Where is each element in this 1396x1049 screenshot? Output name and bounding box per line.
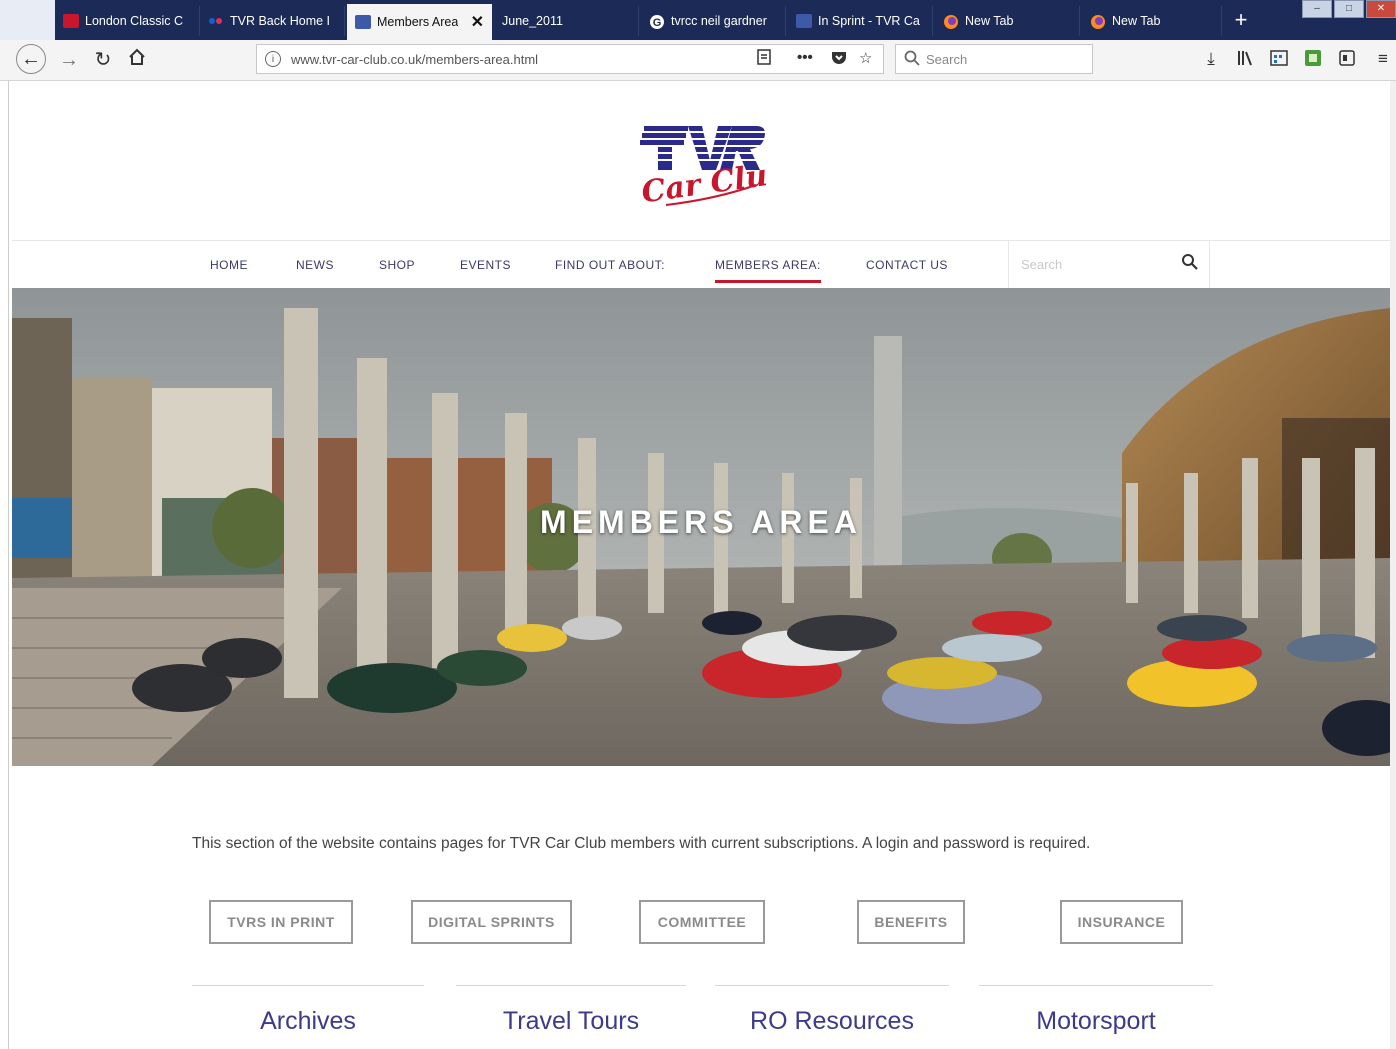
site-search-field[interactable]: Search bbox=[1008, 241, 1210, 288]
section-divider bbox=[979, 985, 1213, 986]
tab-members-area[interactable]: Members Area ✕ bbox=[347, 4, 492, 40]
maximize-window-icon[interactable]: □ bbox=[1334, 0, 1364, 18]
menu-item-find-out-about[interactable]: FIND OUT ABOUT: bbox=[555, 258, 665, 272]
minimize-window-icon[interactable]: – bbox=[1302, 0, 1332, 18]
calendar-extension-icon[interactable] bbox=[1268, 49, 1290, 72]
window-left-border bbox=[8, 81, 9, 1049]
section-ro-resources[interactable]: RO Resources bbox=[715, 1007, 949, 1036]
home-icon[interactable] bbox=[124, 47, 150, 73]
close-window-icon[interactable]: ✕ bbox=[1366, 0, 1396, 18]
hero-banner: MEMBERS AREA bbox=[12, 288, 1390, 766]
search-icon bbox=[904, 50, 920, 69]
section-divider bbox=[192, 985, 424, 986]
download-icon[interactable]: ⤓ bbox=[1200, 49, 1222, 69]
new-tab-plus-icon[interactable]: + bbox=[1224, 6, 1258, 36]
web-page: Car Club HOME NEWS SHOP EVENTS FIND OUT … bbox=[12, 81, 1390, 1049]
insurance-button[interactable]: INSURANCE bbox=[1060, 900, 1183, 944]
tab-london-classic[interactable]: London Classic C bbox=[55, 6, 200, 36]
browser-tab-strip: London Classic C TVR Back Home I Members… bbox=[0, 0, 1396, 40]
site-main-menu: HOME NEWS SHOP EVENTS FIND OUT ABOUT: ME… bbox=[12, 240, 1390, 290]
library-icon[interactable] bbox=[1234, 49, 1256, 72]
pocket-icon[interactable] bbox=[831, 49, 847, 69]
reload-icon[interactable]: ↻ bbox=[90, 47, 116, 73]
section-motorsport[interactable]: Motorsport bbox=[979, 1007, 1213, 1036]
page-scrollbar[interactable] bbox=[1390, 81, 1396, 1049]
tab-new-tab-2[interactable]: New Tab bbox=[1082, 6, 1222, 36]
browser-nav-bar: ← → ↻ i www.tvr-car-club.co.uk/members-a… bbox=[0, 40, 1396, 81]
section-travel-tours[interactable]: Travel Tours bbox=[456, 1007, 686, 1036]
hero-title: MEMBERS AREA bbox=[540, 504, 862, 540]
sidebar-icon[interactable] bbox=[1336, 49, 1358, 72]
tab-strip-edge bbox=[0, 0, 55, 40]
site-search-placeholder: Search bbox=[1021, 257, 1063, 272]
digital-sprints-button[interactable]: DIGITAL SPRINTS bbox=[411, 900, 572, 944]
site-favicon-icon bbox=[355, 15, 371, 29]
menu-item-contact-us[interactable]: CONTACT US bbox=[866, 258, 948, 272]
firefox-icon bbox=[1090, 14, 1106, 29]
section-archives[interactable]: Archives bbox=[192, 1007, 424, 1036]
hamburger-menu-icon[interactable]: ≡ bbox=[1372, 49, 1394, 69]
forward-arrow-icon[interactable]: → bbox=[56, 47, 82, 73]
intro-text: This section of the website contains pag… bbox=[192, 835, 1091, 852]
flickr-favicon-icon bbox=[208, 14, 224, 28]
back-arrow-icon[interactable]: ← bbox=[16, 44, 46, 74]
tvrs-in-print-button[interactable]: TVRS IN PRINT bbox=[209, 900, 353, 944]
extension-green-icon[interactable] bbox=[1302, 49, 1324, 72]
url-bar[interactable]: i www.tvr-car-club.co.uk/members-area.ht… bbox=[256, 44, 884, 74]
tab-tvr-back-home[interactable]: TVR Back Home I bbox=[200, 6, 345, 36]
search-icon[interactable] bbox=[1181, 253, 1199, 276]
tab-in-sprint[interactable]: In Sprint - TVR Ca bbox=[788, 6, 933, 36]
search-placeholder: Search bbox=[926, 51, 968, 67]
site-favicon-icon bbox=[63, 14, 79, 28]
firefox-icon bbox=[943, 14, 959, 29]
google-favicon-icon: G bbox=[649, 14, 665, 29]
site-favicon-icon bbox=[796, 14, 812, 28]
tab-june-2011[interactable]: June_2011 bbox=[494, 6, 639, 36]
url-text: www.tvr-car-club.co.uk/members-area.html bbox=[291, 51, 539, 67]
more-actions-icon[interactable]: ••• bbox=[797, 49, 813, 66]
site-info-icon[interactable]: i bbox=[265, 51, 281, 67]
star-icon[interactable]: ☆ bbox=[859, 49, 872, 67]
tab-new-tab-1[interactable]: New Tab bbox=[935, 6, 1080, 36]
reader-view-icon[interactable] bbox=[757, 49, 771, 69]
benefits-button[interactable]: BENEFITS bbox=[857, 900, 965, 944]
browser-search-field[interactable]: Search bbox=[895, 44, 1093, 74]
section-divider bbox=[456, 985, 686, 986]
menu-item-shop[interactable]: SHOP bbox=[379, 258, 415, 272]
section-divider bbox=[715, 985, 949, 986]
committee-button[interactable]: COMMITTEE bbox=[639, 900, 765, 944]
svg-text:G: G bbox=[653, 17, 662, 29]
menu-item-home[interactable]: HOME bbox=[210, 258, 248, 272]
close-tab-icon[interactable]: ✕ bbox=[471, 12, 484, 32]
tab-google-search[interactable]: G tvrcc neil gardner bbox=[641, 6, 786, 36]
menu-item-events[interactable]: EVENTS bbox=[460, 258, 511, 272]
menu-item-members-area[interactable]: MEMBERS AREA: bbox=[715, 258, 821, 283]
tvr-car-club-logo[interactable]: Car Club bbox=[636, 121, 790, 211]
menu-item-news[interactable]: NEWS bbox=[296, 258, 334, 272]
logo-graphic: Car Club bbox=[636, 126, 790, 210]
